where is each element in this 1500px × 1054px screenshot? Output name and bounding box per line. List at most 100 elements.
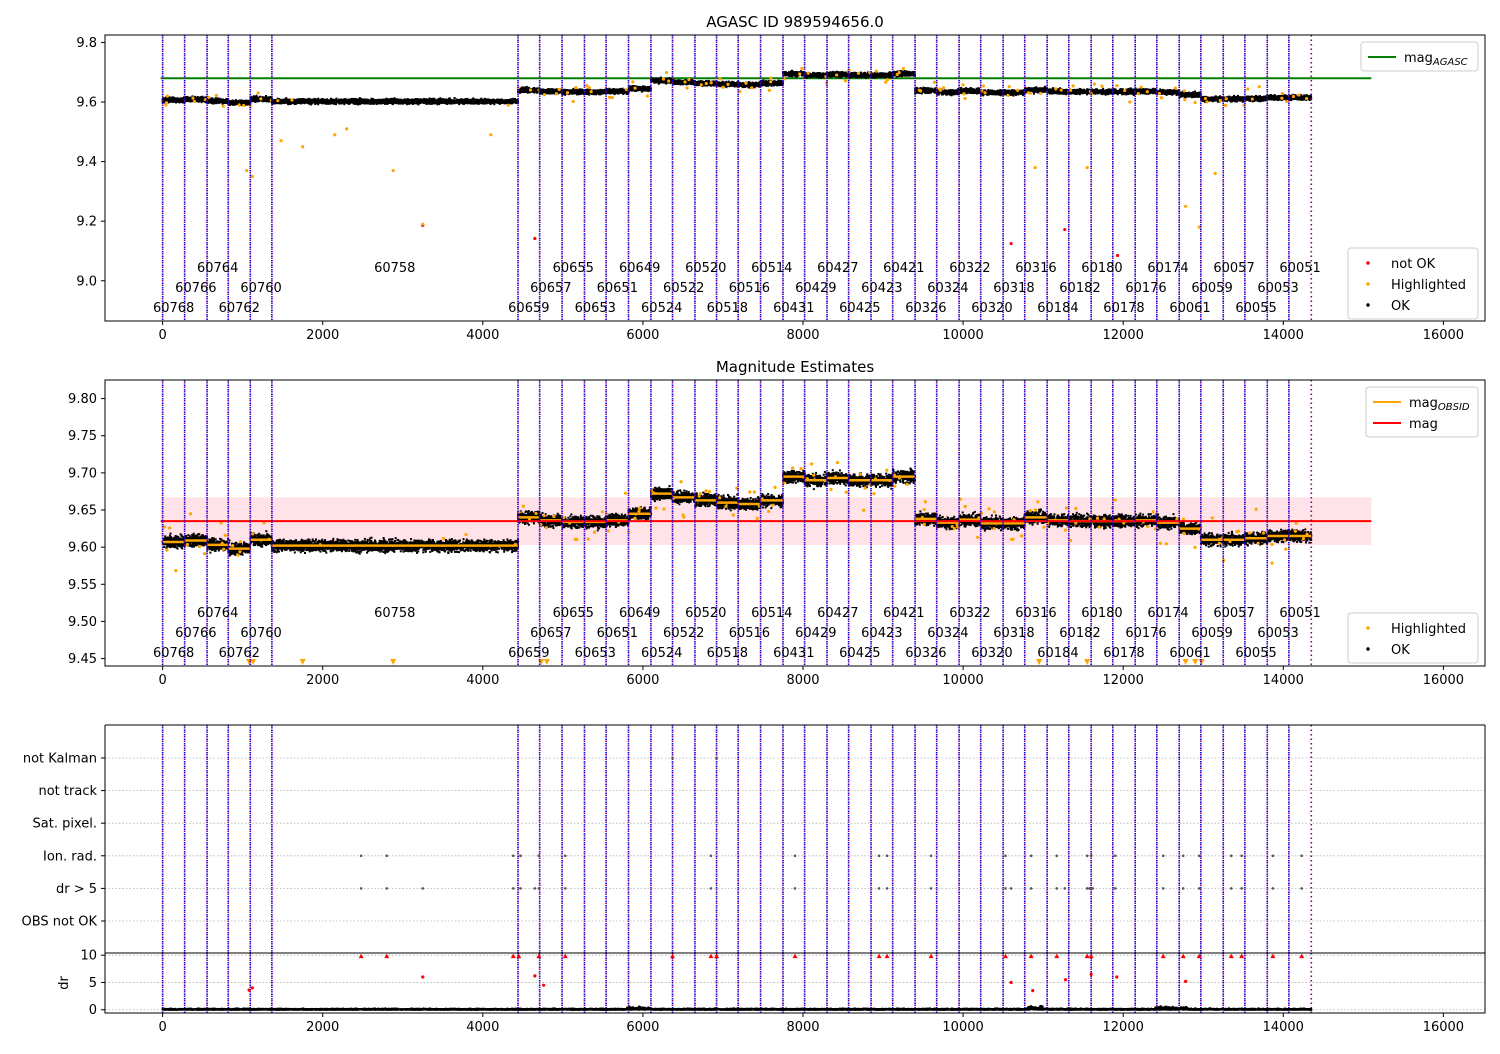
point-ok (181, 98, 183, 100)
point-ok (427, 100, 429, 102)
point-ok (262, 100, 264, 102)
point-highlighted (222, 105, 225, 108)
point-ok (180, 100, 182, 102)
point-ok (489, 101, 491, 103)
point-ok (423, 100, 425, 102)
point-ok (504, 99, 506, 101)
point-ok (201, 98, 203, 100)
point-ok (466, 98, 468, 100)
point-ok (483, 100, 485, 102)
point-ok (244, 102, 246, 104)
point-ok (226, 101, 228, 103)
point-ok (287, 99, 289, 101)
point-ok (165, 98, 167, 100)
point-ok (315, 100, 317, 102)
point-ok (454, 97, 456, 99)
point-ok (189, 100, 191, 102)
point-ok (429, 99, 431, 101)
point-ok (256, 99, 258, 101)
point-ok (240, 101, 242, 103)
point-ok (342, 101, 344, 103)
point-ok (514, 100, 516, 102)
point-ok (199, 97, 201, 99)
point-ok (436, 102, 438, 104)
point-ok (186, 96, 188, 98)
point-ok (423, 99, 425, 101)
point-ok (315, 102, 317, 104)
point-ok (173, 98, 175, 100)
point-ok (451, 102, 453, 104)
point-ok (169, 100, 171, 102)
point-ok (254, 97, 256, 99)
figure: AGASC ID 989594656.0 magAGASCnot OKHighl… (0, 0, 1500, 1050)
point-ok (507, 101, 509, 103)
point-ok (265, 95, 267, 97)
point-ok (456, 102, 458, 104)
point-highlighted (164, 103, 167, 106)
point-ok (336, 98, 338, 100)
point-ok (464, 99, 466, 101)
point-ok (294, 101, 296, 103)
point-ok (500, 101, 502, 103)
point-ok (481, 100, 483, 102)
point-ok (475, 99, 477, 101)
point-ok (318, 99, 320, 101)
point-ok (414, 99, 416, 101)
point-ok (304, 99, 306, 101)
point-ok (211, 100, 213, 102)
point-ok (442, 100, 444, 102)
point-ok (391, 102, 393, 104)
point-ok (213, 101, 215, 103)
point-ok (333, 101, 335, 103)
point-ok (285, 99, 287, 101)
point-ok (372, 98, 374, 100)
point-ok (245, 100, 247, 102)
point-ok (477, 101, 479, 103)
point-highlighted (215, 94, 218, 97)
point-ok (264, 98, 266, 100)
point-ok (495, 100, 497, 102)
point-ok (367, 101, 369, 103)
point-ok (503, 102, 505, 104)
point-ok (331, 99, 333, 101)
point-ok (459, 100, 461, 102)
point-ok (265, 100, 267, 102)
point-ok (441, 102, 443, 104)
panel-agasc: AGASC ID 989594656.0 magAGASCnot OKHighl… (76, 13, 1485, 343)
point-ok (267, 98, 269, 100)
point-ok (449, 99, 451, 101)
point-ok (176, 98, 178, 100)
point-ok (336, 100, 338, 102)
point-ok (234, 102, 236, 104)
point-ok (444, 101, 446, 103)
point-ok (445, 99, 447, 101)
point-ok (401, 101, 403, 103)
point-ok (439, 102, 441, 104)
point-highlighted (191, 97, 194, 100)
point-ok (191, 100, 193, 102)
point-ok (292, 102, 294, 104)
point-ok (481, 102, 483, 104)
point-ok (472, 102, 474, 104)
point-ok (461, 102, 463, 104)
point-ok (398, 102, 400, 104)
point-ok (178, 101, 180, 103)
point-highlighted (242, 104, 245, 107)
point-ok (348, 99, 350, 101)
point-ok (201, 96, 203, 98)
point-ok (171, 98, 173, 100)
point-ok (251, 98, 253, 100)
point-ok (196, 98, 198, 100)
point-ok (372, 101, 374, 103)
point-ok (434, 102, 436, 104)
point-ok (297, 99, 299, 101)
point-ok (375, 100, 377, 102)
point-ok (168, 98, 170, 100)
point-highlighted (257, 91, 260, 94)
point-ok (231, 103, 233, 105)
point-ok (389, 100, 391, 102)
point-highlighted (238, 103, 241, 106)
point-ok (223, 100, 225, 102)
chart-title-agasc: AGASC ID 989594656.0 (706, 13, 884, 31)
point-ok (232, 99, 234, 101)
